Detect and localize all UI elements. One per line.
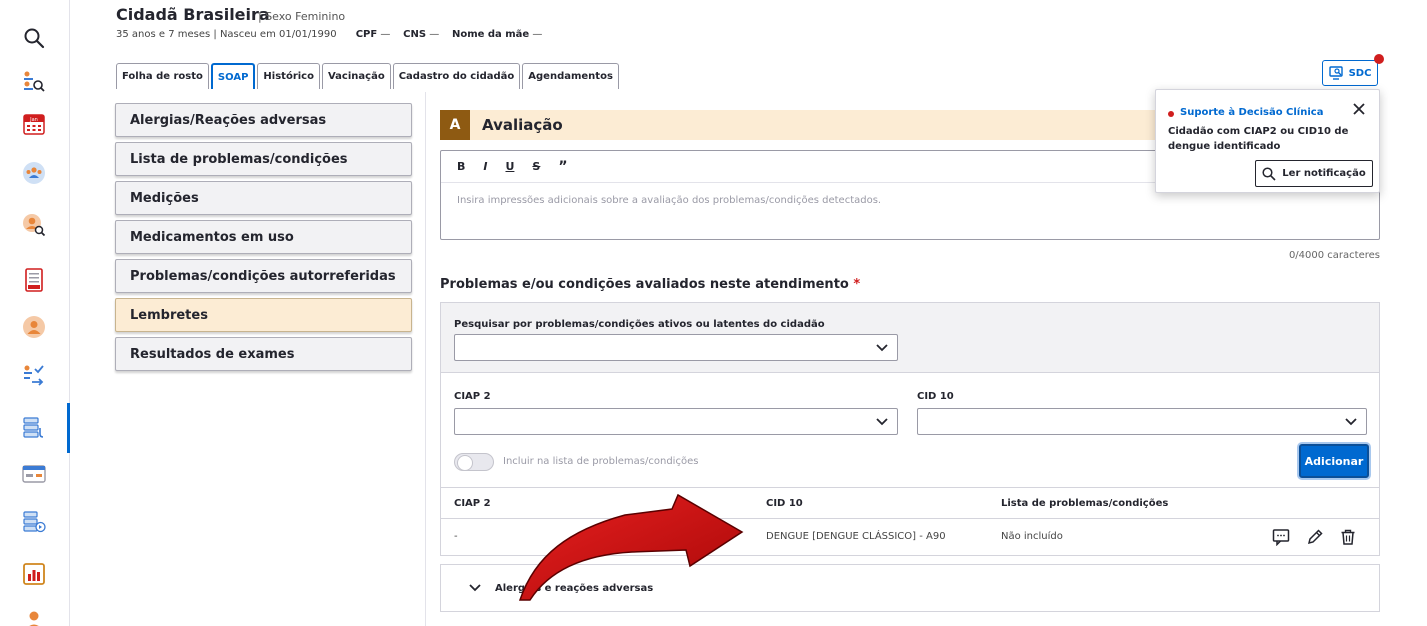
chevron-down-icon xyxy=(867,335,897,360)
ciap-select[interactable] xyxy=(454,408,898,435)
tab-vacinacao[interactable]: Vacinação xyxy=(321,63,391,89)
mother-name-value: — xyxy=(532,29,543,40)
trash-icon[interactable] xyxy=(1338,527,1358,547)
checklist-icon[interactable] xyxy=(20,361,48,389)
accordion-label: Alergias e reações adversas xyxy=(495,582,654,594)
column-header-ciap: CIAP 2 xyxy=(454,498,491,509)
required-mark: * xyxy=(853,277,861,292)
patient-header: Cidadã Brasileira | Sexo Feminino 35 ano… xyxy=(116,0,1406,92)
problems-search-area: Pesquisar por problemas/condições ativos… xyxy=(441,303,1379,373)
cell-lista: Não incluído xyxy=(1001,531,1063,542)
content-divider xyxy=(425,92,426,626)
chevron-down-icon xyxy=(1336,409,1366,434)
menu-resultados-exames[interactable]: Resultados de exames xyxy=(115,337,412,371)
cell-cid: DENGUE [DENGUE CLÁSSICO] - A90 xyxy=(766,531,946,542)
add-button[interactable]: Adicionar xyxy=(1299,444,1369,478)
search-icon xyxy=(1262,166,1276,181)
bold-button[interactable]: B xyxy=(457,160,465,173)
soap-side-menu: Alergias/Reações adversas Lista de probl… xyxy=(115,103,412,376)
problems-box: Pesquisar por problemas/condições ativos… xyxy=(440,302,1380,556)
table-row: - DENGUE [DENGUE CLÁSSICO] - A90 Não inc… xyxy=(441,519,1379,555)
cns-label: CNS xyxy=(403,29,427,40)
notification-message: Cidadão com CIAP2 ou CID10 de dengue ide… xyxy=(1168,126,1349,152)
main-tabs: Folha de rosto SOAP Histórico Vacinação … xyxy=(116,63,619,89)
menu-lembretes[interactable]: Lembretes xyxy=(115,298,412,332)
include-list-toggle[interactable] xyxy=(454,453,494,471)
column-header-lista: Lista de problemas/condições xyxy=(1001,498,1169,509)
patient-info: 35 anos e 7 meses | Nasceu em 01/01/1990… xyxy=(116,29,542,40)
problems-title-text: Problemas e/ou condições avaliados neste… xyxy=(440,277,849,292)
search-problems-label: Pesquisar por problemas/condições ativos… xyxy=(454,319,825,330)
menu-medicoes[interactable]: Medições xyxy=(115,181,412,215)
tab-historico[interactable]: Histórico xyxy=(257,63,320,89)
cpf-value: — xyxy=(380,29,391,40)
cid-select[interactable] xyxy=(917,408,1367,435)
cpf-label: CPF xyxy=(355,29,378,40)
tab-cadastro-do-cidadao[interactable]: Cadastro do cidadão xyxy=(392,63,521,89)
column-header-cid: CID 10 xyxy=(766,498,803,509)
tab-soap[interactable]: SOAP xyxy=(210,63,256,89)
cell-ciap: - xyxy=(454,531,458,542)
edit-pencil-icon[interactable] xyxy=(1305,527,1325,547)
notification-dot xyxy=(1168,111,1174,117)
search-icon[interactable] xyxy=(20,24,48,52)
ciap-label: CIAP 2 xyxy=(454,391,491,402)
video-records-icon[interactable] xyxy=(20,508,48,536)
rail-active-indicator xyxy=(67,403,70,453)
menu-alergias[interactable]: Alergias/Reações adversas xyxy=(115,103,412,137)
tab-agendamentos[interactable]: Agendamentos xyxy=(522,63,619,89)
sdc-notification-popup: Suporte à Decisão Clínica Cidadão com CI… xyxy=(1155,89,1380,193)
sdc-alert-dot xyxy=(1374,54,1384,64)
italic-button[interactable]: I xyxy=(483,160,487,173)
avaliacao-section-header: A Avaliação xyxy=(440,110,1200,140)
tab-folha-de-rosto[interactable]: Folha de rosto xyxy=(116,63,209,89)
quote-button[interactable]: ” xyxy=(558,159,567,175)
patient-name: Cidadã Brasileira xyxy=(116,5,270,24)
avaliacao-title: Avaliação xyxy=(482,116,563,134)
sdc-button[interactable]: SDC xyxy=(1322,60,1378,86)
app-window: Jan Cidadã Brasileira | Sexo Feminino 35… xyxy=(0,0,1427,626)
patient-search-icon[interactable] xyxy=(20,211,48,239)
include-list-label: Incluir na lista de problemas/condições xyxy=(503,456,699,467)
strikethrough-button[interactable]: S xyxy=(532,160,540,173)
chevron-down-icon xyxy=(469,584,481,592)
attendance-queue-icon[interactable] xyxy=(20,67,48,95)
cid-label: CID 10 xyxy=(917,391,954,402)
comment-icon[interactable] xyxy=(1271,527,1291,547)
person-icon[interactable] xyxy=(20,606,48,626)
menu-medicamentos[interactable]: Medicamentos em uso xyxy=(115,220,412,254)
mother-name-label: Nome da mãe xyxy=(451,29,530,40)
patient-sex: | Sexo Feminino xyxy=(258,10,346,23)
monitor-search-icon xyxy=(1328,66,1343,80)
report-chart-icon[interactable] xyxy=(20,560,48,588)
problems-section-title: Problemas e/ou condições avaliados neste… xyxy=(440,277,860,292)
close-icon[interactable] xyxy=(1350,100,1368,118)
calendar-icon[interactable]: Jan xyxy=(20,110,48,138)
cns-value: — xyxy=(429,29,440,40)
side-rail: Jan xyxy=(0,0,70,626)
citizen-icon[interactable] xyxy=(20,313,48,341)
group-icon[interactable] xyxy=(20,159,48,187)
problems-table-header: CIAP 2 CID 10 Lista de problemas/condiçõ… xyxy=(441,487,1379,519)
patient-age-birth: 35 anos e 7 meses | Nasceu em 01/01/1990 xyxy=(116,29,337,40)
card-icon[interactable] xyxy=(20,460,48,488)
search-problems-select[interactable] xyxy=(454,334,898,361)
notification-title: Suporte à Decisão Clínica xyxy=(1180,107,1324,118)
alergias-accordion[interactable]: Alergias e reações adversas xyxy=(440,564,1380,612)
read-notification-label: Ler notificação xyxy=(1282,168,1366,179)
read-notification-button[interactable]: Ler notificação xyxy=(1255,160,1373,187)
records-icon[interactable] xyxy=(20,414,48,442)
underline-button[interactable]: U xyxy=(505,160,514,173)
sdc-label: SDC xyxy=(1348,67,1372,79)
chevron-down-icon xyxy=(867,409,897,434)
avaliacao-badge: A xyxy=(440,110,470,140)
cds-document-icon[interactable] xyxy=(20,266,48,294)
menu-problemas-autorreferidos[interactable]: Problemas/condições autorreferidas xyxy=(115,259,412,293)
char-count: 0/4000 caracteres xyxy=(1288,250,1380,261)
menu-lista-problemas[interactable]: Lista de problemas/condições xyxy=(115,142,412,176)
calendar-month: Jan xyxy=(29,117,38,123)
